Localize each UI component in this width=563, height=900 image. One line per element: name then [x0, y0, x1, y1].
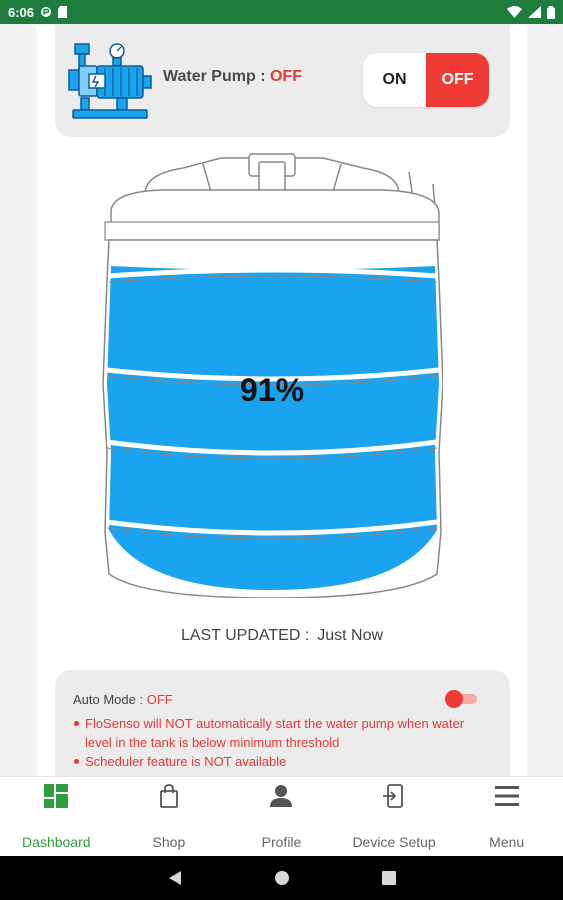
water-pump-card: Water Pump : OFF ON OFF [55, 24, 510, 137]
device-setup-icon [383, 784, 403, 808]
nav-menu-label: Menu [489, 834, 525, 850]
dashboard-icon [44, 784, 69, 808]
water-pump-label: Water Pump : [163, 68, 270, 85]
nav-device-setup[interactable]: Device Setup [338, 777, 451, 856]
auto-mode-card: Auto Mode : OFF FloSenso will NOT automa… [55, 670, 510, 776]
tank-level-percentage: 91% [239, 372, 305, 408]
nav-profile[interactable]: Profile [225, 777, 338, 856]
wifi-icon [507, 6, 522, 18]
water-pump-state: OFF [269, 68, 302, 85]
last-updated-value: Just Now [317, 627, 384, 644]
status-time: 6:06 [8, 4, 35, 20]
person-icon [270, 785, 293, 807]
auto-mode-switch[interactable] [445, 690, 479, 708]
auto-mode-note: FloSenso will NOT automatically start th… [73, 714, 493, 752]
auto-mode-note: Scheduler feature is NOT available [73, 752, 493, 771]
nav-device-setup-label: Device Setup [352, 834, 436, 850]
shopping-bag-icon [159, 784, 178, 808]
auto-mode-switch-knob [445, 690, 463, 708]
system-navigation-bar [0, 856, 563, 900]
auto-mode-notes: FloSenso will NOT automatically start th… [73, 714, 493, 771]
pump-on-off-toggle[interactable]: ON OFF [363, 53, 489, 107]
nav-profile-label: Profile [261, 834, 302, 850]
nav-shop-label: Shop [152, 834, 186, 850]
pump-on-button[interactable]: ON [363, 53, 426, 107]
app-notification-icon [41, 7, 52, 17]
dashboard-content[interactable]: Water Pump : OFF ON OFF 91% LAST UPDATED… [37, 24, 527, 776]
back-icon[interactable] [168, 870, 182, 886]
last-updated-label: LAST UPDATED : [180, 627, 310, 644]
hamburger-menu-icon [494, 786, 519, 806]
status-bar: 6:06 [0, 0, 563, 24]
recents-icon[interactable] [381, 871, 396, 885]
nav-shop[interactable]: Shop [113, 777, 226, 856]
battery-icon [547, 5, 555, 19]
auto-mode-state: OFF [146, 692, 173, 707]
last-updated: LAST UPDATED : Just Now [37, 627, 527, 645]
nav-dashboard-label: Dashboard [22, 834, 91, 850]
bottom-navigation: Dashboard Shop Profile Device Setup Menu [0, 776, 563, 856]
auto-mode-label: Auto Mode : [73, 692, 147, 707]
pump-off-button[interactable]: OFF [426, 53, 489, 107]
auto-mode-status: Auto Mode : OFF [73, 692, 173, 707]
water-fill [107, 266, 439, 590]
sd-card-icon [58, 6, 68, 18]
home-icon[interactable] [274, 870, 290, 886]
signal-icon [528, 6, 541, 18]
water-pump-icon [68, 43, 152, 119]
nav-dashboard[interactable]: Dashboard [0, 777, 113, 856]
water-pump-status: Water Pump : OFF [163, 68, 302, 86]
nav-menu[interactable]: Menu [450, 777, 563, 856]
